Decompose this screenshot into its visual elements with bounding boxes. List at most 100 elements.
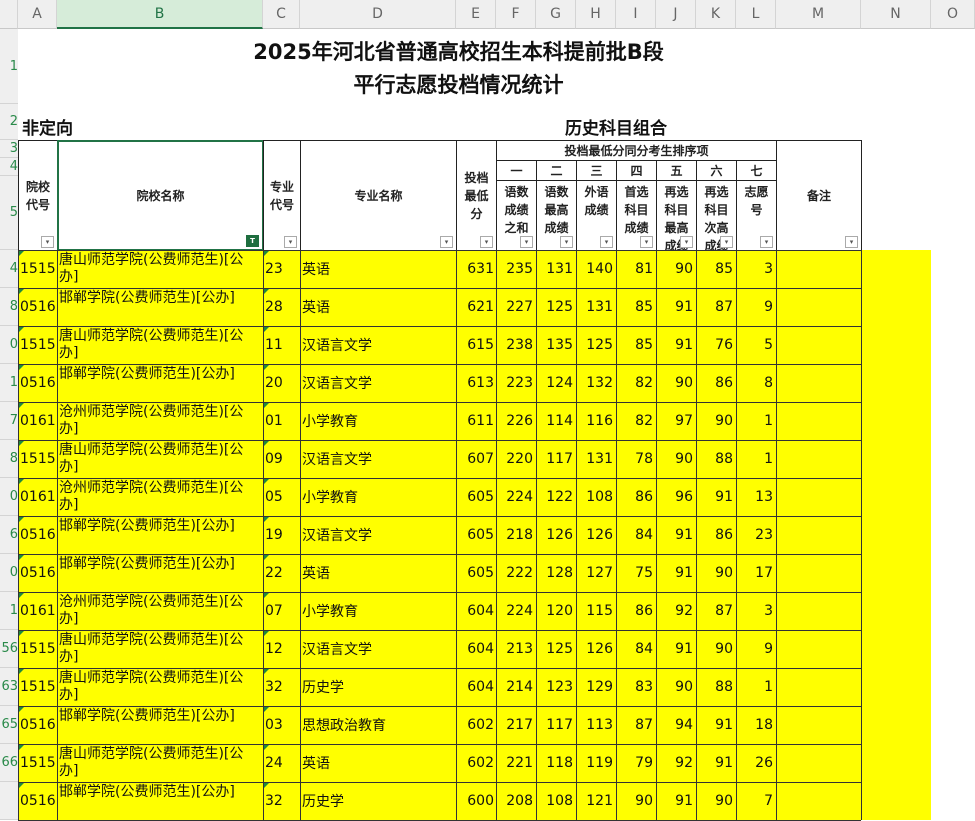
tiebreak-value-cell[interactable]: 128: [538, 554, 573, 592]
major-code-cell[interactable]: 07: [265, 592, 298, 630]
major-code-cell[interactable]: 22: [265, 554, 298, 592]
tiebreak-value-cell[interactable]: 86: [618, 592, 653, 630]
tiebreak-value-cell[interactable]: 81: [618, 250, 653, 288]
min-score-cell[interactable]: 607: [458, 440, 494, 478]
tiebreak-value-cell[interactable]: 131: [578, 440, 613, 478]
major-name-cell[interactable]: 英语: [302, 250, 454, 288]
tiebreak-value-cell[interactable]: 125: [578, 326, 613, 364]
tiebreak-value-cell[interactable]: 1: [738, 402, 773, 440]
tiebreak-value-cell[interactable]: 132: [578, 364, 613, 402]
school-name-cell[interactable]: 沧州师范学院(公费师范生)[公办]: [59, 478, 261, 516]
tiebreak-value-cell[interactable]: 86: [698, 516, 733, 554]
tiebreak-value-cell[interactable]: 3: [738, 592, 773, 630]
min-score-cell[interactable]: 605: [458, 478, 494, 516]
filter-dropdown-icon[interactable]: ▾: [520, 236, 533, 248]
school-code-cell[interactable]: 1515: [20, 668, 55, 706]
tiebreak-value-cell[interactable]: 91: [658, 782, 693, 820]
tiebreak-value-cell[interactable]: 126: [578, 630, 613, 668]
tiebreak-value-cell[interactable]: 117: [538, 440, 573, 478]
filter-dropdown-icon[interactable]: T: [246, 235, 259, 247]
tiebreak-value-cell[interactable]: 119: [578, 744, 613, 782]
tiebreak-value-cell[interactable]: 126: [538, 516, 573, 554]
school-name-cell[interactable]: 唐山师范学院(公费师范生)[公办]: [59, 630, 261, 668]
tiebreak-value-cell[interactable]: 114: [538, 402, 573, 440]
tiebreak-value-cell[interactable]: 108: [578, 478, 613, 516]
tiebreak-value-cell[interactable]: 222: [498, 554, 533, 592]
school-code-cell[interactable]: 0516: [20, 782, 55, 820]
tiebreak-value-cell[interactable]: 3: [738, 250, 773, 288]
tiebreak-value-cell[interactable]: 131: [538, 250, 573, 288]
major-name-cell[interactable]: 小学教育: [302, 402, 454, 440]
filter-dropdown-icon[interactable]: ▾: [440, 236, 453, 248]
min-score-cell[interactable]: 605: [458, 516, 494, 554]
tiebreak-value-cell[interactable]: 127: [578, 554, 613, 592]
column-header-k[interactable]: K: [696, 0, 736, 29]
school-name-cell[interactable]: 邯郸学院(公费师范生)[公办]: [59, 706, 261, 744]
tiebreak-value-cell[interactable]: 90: [698, 630, 733, 668]
column-header-e[interactable]: E: [456, 0, 496, 29]
tiebreak-value-cell[interactable]: 18: [738, 706, 773, 744]
tiebreak-value-cell[interactable]: 218: [498, 516, 533, 554]
filter-dropdown-icon[interactable]: ▾: [640, 236, 653, 248]
tiebreak-value-cell[interactable]: 90: [658, 250, 693, 288]
major-code-cell[interactable]: 32: [265, 668, 298, 706]
major-name-cell[interactable]: 小学教育: [302, 478, 454, 516]
tiebreak-value-cell[interactable]: 125: [538, 288, 573, 326]
school-name-cell[interactable]: 沧州师范学院(公费师范生)[公办]: [59, 402, 261, 440]
school-name-cell[interactable]: 唐山师范学院(公费师范生)[公办]: [59, 744, 261, 782]
column-header-l[interactable]: L: [736, 0, 776, 29]
tiebreak-value-cell[interactable]: 90: [698, 782, 733, 820]
min-score-cell[interactable]: 613: [458, 364, 494, 402]
major-name-cell[interactable]: 历史学: [302, 668, 454, 706]
column-header-o[interactable]: O: [931, 0, 975, 29]
min-score-cell[interactable]: 631: [458, 250, 494, 288]
filter-dropdown-icon[interactable]: ▾: [284, 236, 297, 248]
tiebreak-value-cell[interactable]: 217: [498, 706, 533, 744]
school-code-cell[interactable]: 0516: [20, 364, 55, 402]
tiebreak-value-cell[interactable]: 123: [538, 668, 573, 706]
tiebreak-value-cell[interactable]: 235: [498, 250, 533, 288]
tiebreak-value-cell[interactable]: 91: [698, 744, 733, 782]
major-name-cell[interactable]: 汉语言文学: [302, 516, 454, 554]
min-score-cell[interactable]: 604: [458, 668, 494, 706]
tiebreak-value-cell[interactable]: 91: [658, 516, 693, 554]
major-name-cell[interactable]: 小学教育: [302, 592, 454, 630]
major-name-cell[interactable]: 历史学: [302, 782, 454, 820]
tiebreak-value-cell[interactable]: 88: [698, 440, 733, 478]
school-code-cell[interactable]: 1515: [20, 440, 55, 478]
row-header-4[interactable]: 4: [0, 158, 18, 176]
tiebreak-value-cell[interactable]: 90: [618, 782, 653, 820]
school-code-cell[interactable]: 1515: [20, 630, 55, 668]
min-score-cell[interactable]: 602: [458, 706, 494, 744]
tiebreak-value-cell[interactable]: 220: [498, 440, 533, 478]
school-name-cell[interactable]: 沧州师范学院(公费师范生)[公办]: [59, 592, 261, 630]
school-code-cell[interactable]: 1515: [20, 326, 55, 364]
tiebreak-value-cell[interactable]: 88: [698, 668, 733, 706]
row-header[interactable]: 0: [0, 478, 18, 516]
min-score-cell[interactable]: 615: [458, 326, 494, 364]
school-name-cell[interactable]: 邯郸学院(公费师范生)[公办]: [59, 554, 261, 592]
tiebreak-value-cell[interactable]: 238: [498, 326, 533, 364]
min-score-cell[interactable]: 605: [458, 554, 494, 592]
tiebreak-value-cell[interactable]: 1: [738, 668, 773, 706]
major-code-cell[interactable]: 11: [265, 326, 298, 364]
tiebreak-value-cell[interactable]: 91: [658, 630, 693, 668]
row-header-1[interactable]: 1: [0, 29, 18, 104]
tiebreak-value-cell[interactable]: 91: [698, 478, 733, 516]
tiebreak-value-cell[interactable]: 9: [738, 630, 773, 668]
min-score-cell[interactable]: 611: [458, 402, 494, 440]
filter-dropdown-icon[interactable]: ▾: [760, 236, 773, 248]
major-code-cell[interactable]: 24: [265, 744, 298, 782]
major-name-cell[interactable]: 汉语言文学: [302, 364, 454, 402]
row-header[interactable]: [0, 782, 18, 820]
tiebreak-value-cell[interactable]: 90: [658, 364, 693, 402]
min-score-cell[interactable]: 604: [458, 630, 494, 668]
school-code-cell[interactable]: 0161: [20, 478, 55, 516]
tiebreak-value-cell[interactable]: 213: [498, 630, 533, 668]
row-header[interactable]: 0: [0, 554, 18, 592]
tiebreak-value-cell[interactable]: 97: [658, 402, 693, 440]
tiebreak-value-cell[interactable]: 140: [578, 250, 613, 288]
tiebreak-value-cell[interactable]: 79: [618, 744, 653, 782]
school-code-cell[interactable]: 1515: [20, 744, 55, 782]
tiebreak-value-cell[interactable]: 87: [698, 592, 733, 630]
